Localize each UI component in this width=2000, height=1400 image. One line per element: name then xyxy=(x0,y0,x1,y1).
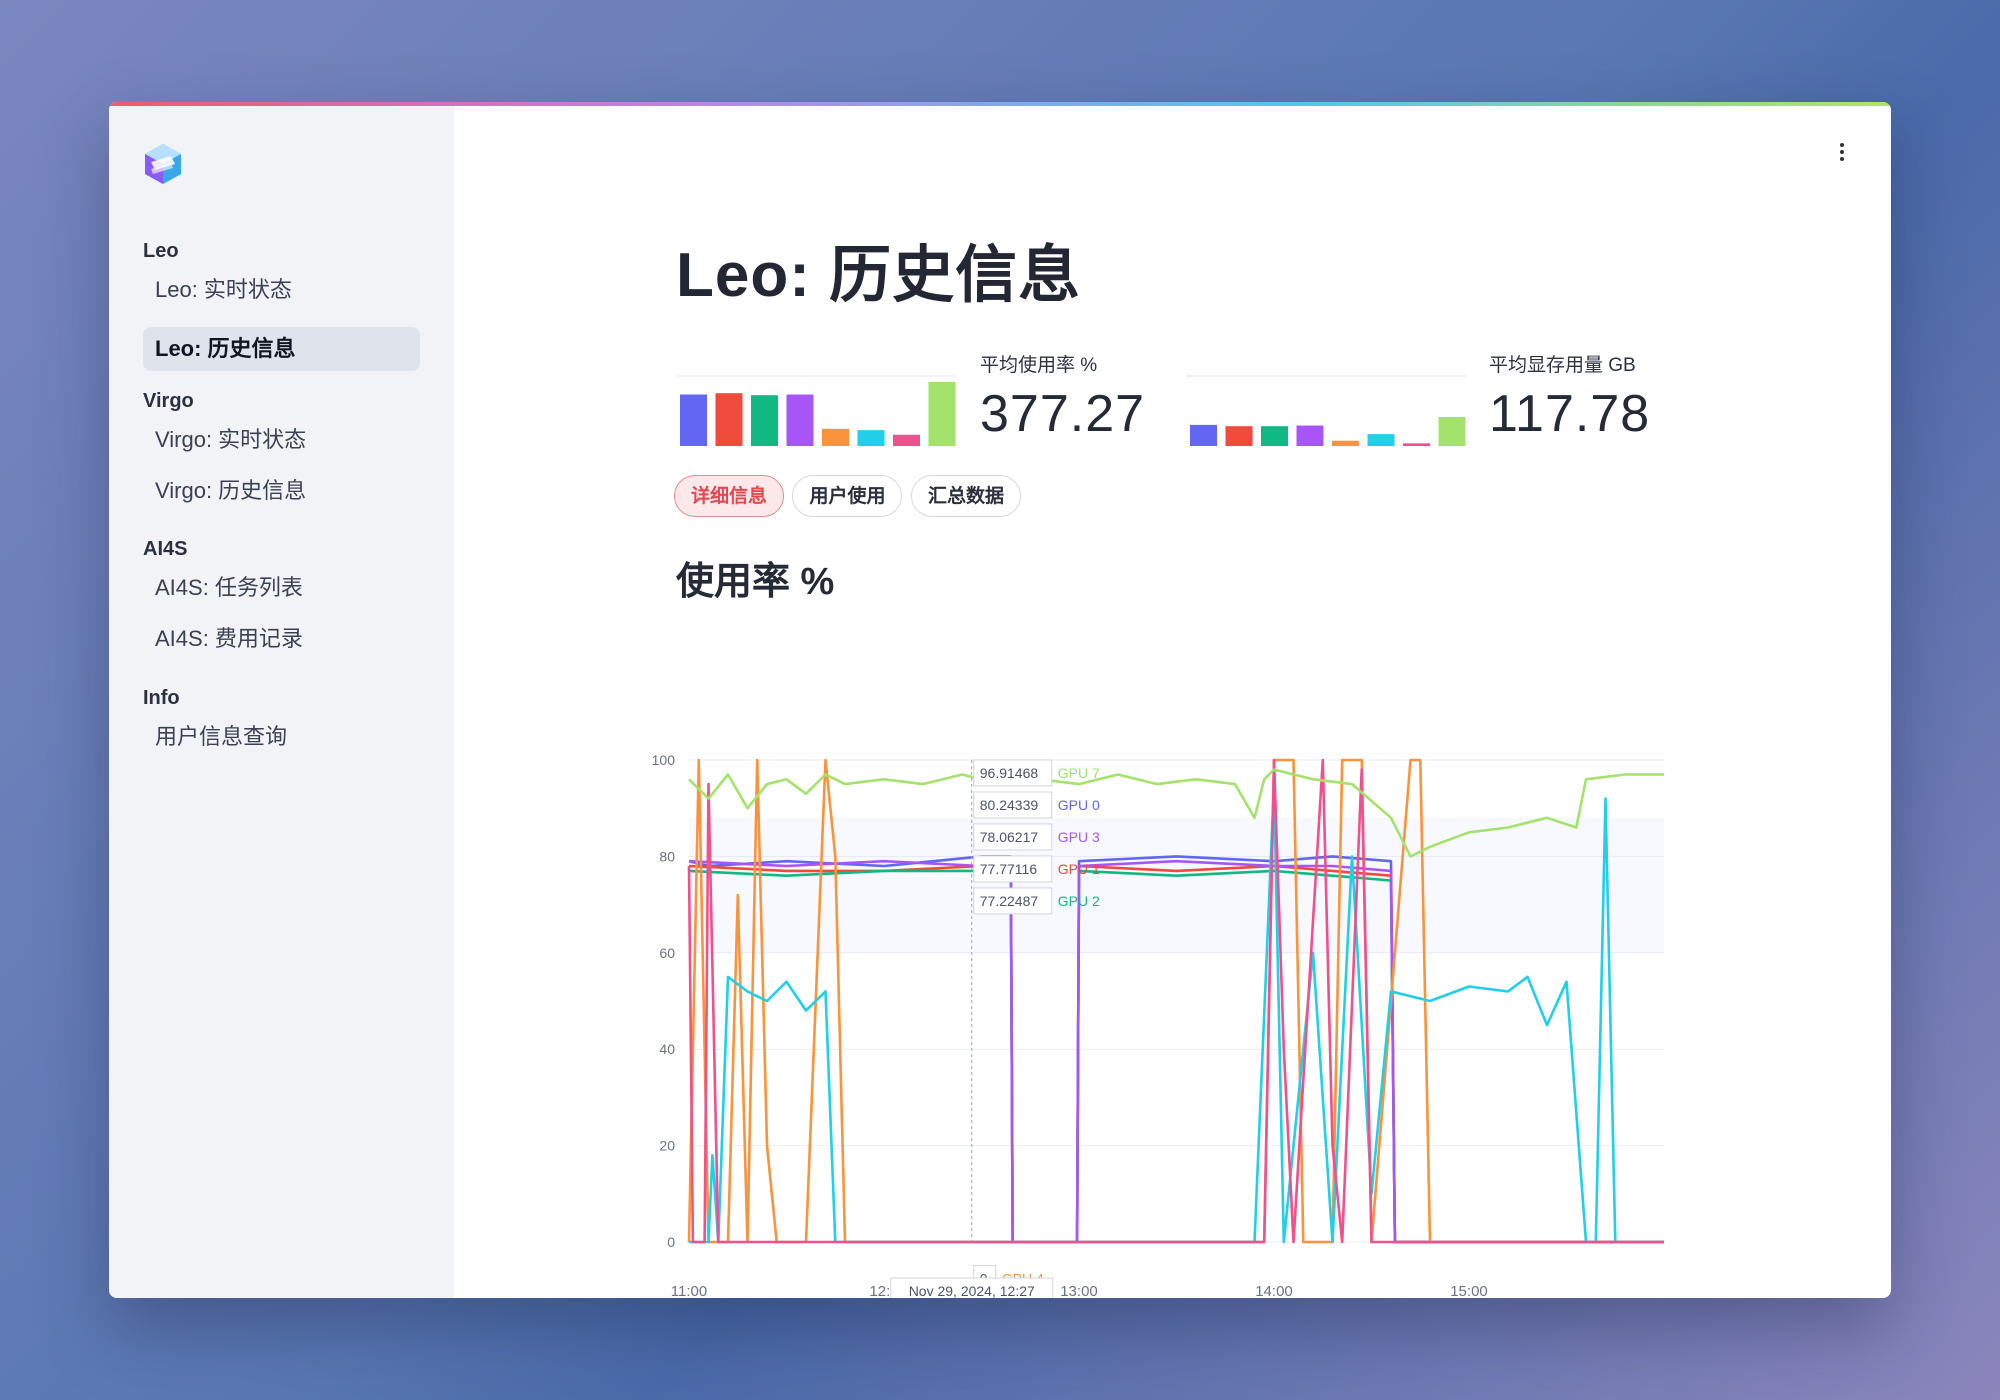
view-tabs: 详细信息 用户使用 汇总数据 xyxy=(674,475,1025,519)
tab-user-usage[interactable]: 用户使用 xyxy=(792,475,903,517)
app-window: Leo Leo: 实时状态 Leo: 历史信息 Virgo Virgo: 实时状… xyxy=(109,102,1891,1298)
sparkline-bar xyxy=(786,394,814,446)
x-tick-label: 13:00 xyxy=(1060,1283,1098,1298)
nav-group-virgo: Virgo xyxy=(143,390,194,412)
sparkline-bar xyxy=(928,381,956,446)
nav-item-virgo-history[interactable]: Virgo: 历史信息 xyxy=(143,469,420,513)
memory-sparkline xyxy=(1186,375,1466,446)
sparkline-bar xyxy=(1403,443,1430,446)
sparkline-bar xyxy=(1332,440,1359,446)
sidebar: Leo Leo: 实时状态 Leo: 历史信息 Virgo Virgo: 实时状… xyxy=(109,102,454,1298)
usage-stat-value: 377.27 xyxy=(980,385,1146,443)
x-tick-label: 11:00 xyxy=(671,1283,707,1298)
y-tick-label: 20 xyxy=(659,1138,675,1154)
nav-group-info: Info xyxy=(143,687,180,709)
sparkline-bar xyxy=(1367,434,1395,446)
x-tick-label: 14:00 xyxy=(1255,1283,1293,1298)
nav-group-ai4s: AI4S xyxy=(143,538,188,560)
nav-item-leo-realtime[interactable]: Leo: 实时状态 xyxy=(143,268,420,312)
memory-stat-value: 117.78 xyxy=(1489,385,1651,443)
y-tick-label: 0 xyxy=(667,1234,675,1250)
nav-group-leo: Leo xyxy=(143,240,179,262)
app-logo-icon[interactable] xyxy=(141,142,185,186)
tooltip-value: 77.77116 xyxy=(980,861,1038,877)
tab-summary[interactable]: 汇总数据 xyxy=(910,475,1021,517)
tooltip-item: 96.91468 GPU 7 xyxy=(973,759,1100,787)
memory-stat-label: 平均显存用量 GB xyxy=(1489,355,1636,376)
nav-item-ai4s-costs[interactable]: AI4S: 费用记录 xyxy=(143,617,420,661)
tooltip-value: 77.22487 xyxy=(980,893,1039,909)
sparkline-bar xyxy=(1438,416,1466,446)
y-tick-label: 100 xyxy=(652,752,676,768)
tooltip-series-label: GPU 3 xyxy=(1058,829,1100,845)
svg-text:Nov 29, 2024, 12:27: Nov 29, 2024, 12:27 xyxy=(909,1283,1035,1298)
tooltip-value: 96.91468 xyxy=(980,765,1039,781)
x-tick-label: 15:00 xyxy=(1450,1283,1488,1298)
sparkline-bar xyxy=(893,434,920,446)
nav-item-user-info[interactable]: 用户信息查询 xyxy=(143,715,420,759)
nav-item-ai4s-tasks[interactable]: AI4S: 任务列表 xyxy=(143,566,420,610)
sparkline-bar xyxy=(1261,426,1288,446)
sparkline-bar xyxy=(680,394,707,446)
y-tick-label: 40 xyxy=(659,1041,675,1057)
page-title: Leo: 历史信息 xyxy=(676,241,1082,310)
tab-details[interactable]: 详细信息 xyxy=(674,475,785,517)
tooltip-value: 80.24339 xyxy=(980,797,1039,813)
section-title: 使用率 % xyxy=(676,561,835,603)
y-tick-label: 60 xyxy=(659,945,675,961)
y-tick-label: 80 xyxy=(659,848,675,864)
sparkline-bar xyxy=(751,395,778,446)
tooltip-series-label: GPU 1 xyxy=(1058,861,1100,877)
nav-item-virgo-realtime[interactable]: Virgo: 实时状态 xyxy=(143,418,420,462)
usage-sparkline xyxy=(676,375,956,446)
nav-item-leo-history[interactable]: Leo: 历史信息 xyxy=(143,327,420,371)
tooltip-value: 78.06217 xyxy=(980,829,1039,845)
tooltip-series-label: GPU 7 xyxy=(1058,765,1100,781)
main-content: Leo: 历史信息 平均使用率 % 377.27 平均显存用量 GB 117.7… xyxy=(454,102,1891,1298)
tooltip-item: 80.24339 GPU 0 xyxy=(973,791,1100,819)
more-menu-icon[interactable] xyxy=(1837,140,1847,166)
cursor-time-label: Nov 29, 2024, 12:27 xyxy=(890,1277,1054,1298)
sparkline-bar xyxy=(822,428,849,446)
sparkline-bar xyxy=(1225,426,1253,446)
usage-stat-label: 平均使用率 % xyxy=(980,355,1098,376)
usage-line-chart: 02040608010011:00Nov 29, 202412:0 13:00 14… xyxy=(652,752,1664,1298)
sparkline-bar xyxy=(1296,425,1324,446)
tooltip-series-label: GPU 2 xyxy=(1058,893,1100,909)
tooltip-series-label: GPU 0 xyxy=(1058,797,1100,813)
sparkline-bar xyxy=(857,430,885,446)
sparkline-bar xyxy=(715,393,743,446)
sparkline-bar xyxy=(1190,424,1217,446)
